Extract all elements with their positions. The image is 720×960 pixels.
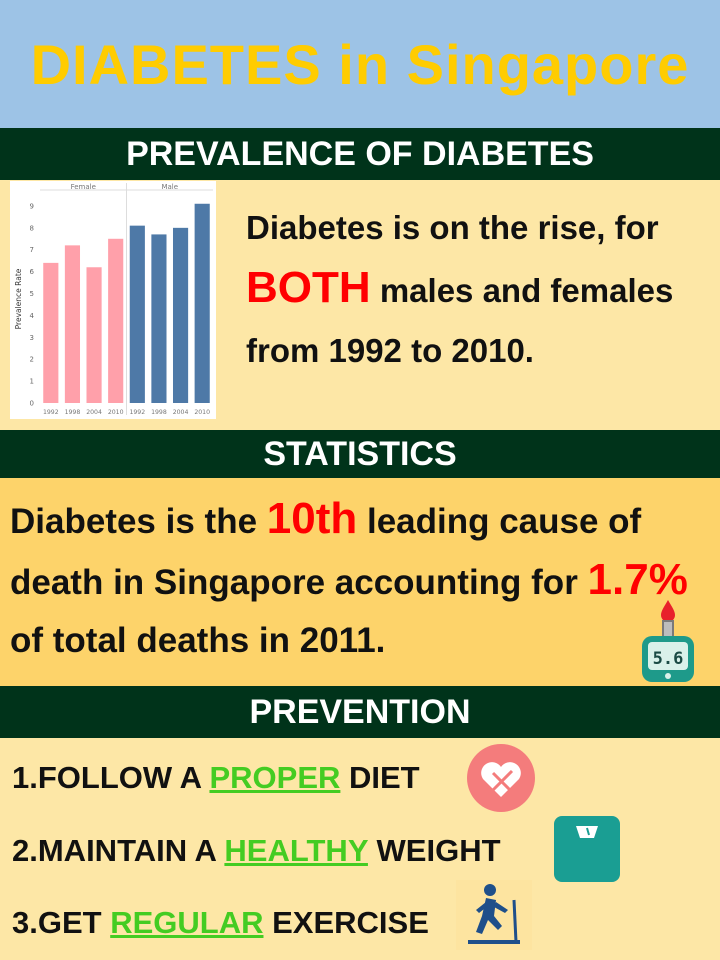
statistics-text-1: Diabetes is the bbox=[10, 502, 267, 541]
prevention-item-diet: 1.FOLLOW A PROPER DIET bbox=[12, 760, 420, 796]
prevalence-heading-bar: PREVALENCE OF DIABETES bbox=[0, 128, 720, 180]
y-tick-label: 1 bbox=[30, 378, 34, 386]
y-tick-label: 0 bbox=[30, 400, 34, 408]
prevention-item-highlight: REGULAR bbox=[110, 905, 264, 940]
panel-label: Female bbox=[71, 183, 96, 191]
prevalence-text-1: Diabetes is on the rise, for bbox=[246, 209, 659, 246]
prevalence-chart: Female Male 0 1 2 3 4 5 6 7 8 9 Prevalence Rate 1992 1… bbox=[10, 181, 216, 419]
prevention-item-suffix: DIET bbox=[340, 760, 420, 795]
prevention-item-prefix: 3.GET bbox=[12, 905, 111, 940]
prevalence-chart-svg: Female Male 0 1 2 3 4 5 6 7 8 9 Prevalence Rate 1992 1… bbox=[14, 183, 213, 416]
bar-female bbox=[108, 238, 124, 403]
statistics-heading-bar: STATISTICS bbox=[0, 430, 720, 478]
x-tick-label: 2010 bbox=[108, 409, 124, 416]
prevention-item-prefix: 1.FOLLOW A bbox=[12, 760, 210, 795]
prevention-item-highlight: PROPER bbox=[209, 760, 341, 795]
bar-female bbox=[86, 267, 102, 403]
x-tick-label: 2010 bbox=[194, 409, 210, 416]
statistics-highlight-percent: 1.7% bbox=[587, 555, 688, 604]
y-axis-label: Prevalence Rate bbox=[14, 268, 23, 329]
y-tick-label: 3 bbox=[30, 334, 34, 342]
glucose-reading: 5.6 bbox=[653, 649, 684, 669]
bar-male bbox=[194, 203, 210, 403]
prevention-item-suffix: WEIGHT bbox=[367, 833, 501, 868]
bar-female bbox=[43, 262, 59, 403]
title-banner: DIABETES in Singapore bbox=[0, 0, 720, 128]
y-tick-label: 8 bbox=[30, 224, 34, 232]
prevalence-highlight: BOTH bbox=[246, 263, 371, 312]
prevention-item-prefix: 2.MAINTAIN A bbox=[12, 833, 225, 868]
scale-icon bbox=[554, 816, 620, 882]
panel-label: Male bbox=[161, 183, 178, 191]
prevention-item-exercise: 3.GET REGULAR EXERCISE bbox=[12, 905, 429, 941]
treadmill-runner-icon bbox=[456, 880, 532, 950]
x-tick-label: 1998 bbox=[151, 409, 167, 416]
prevention-item-highlight: HEALTHY bbox=[224, 833, 368, 868]
statistics-description: Diabetes is the 10th leading cause of de… bbox=[10, 490, 710, 670]
statistics-heading: STATISTICS bbox=[263, 434, 457, 473]
prevalence-description: Diabetes is on the rise, for BOTH males … bbox=[246, 198, 706, 381]
x-tick-label: 1992 bbox=[43, 409, 59, 416]
y-tick-label: 7 bbox=[30, 246, 34, 254]
x-tick-label: 1992 bbox=[129, 409, 145, 416]
x-tick-label: 1998 bbox=[65, 409, 81, 416]
heart-plate-icon bbox=[466, 743, 536, 813]
statistics-highlight-rank: 10th bbox=[266, 494, 358, 543]
y-tick-label: 6 bbox=[30, 268, 35, 276]
bar-male bbox=[151, 234, 167, 403]
y-tick-label: 2 bbox=[30, 356, 34, 364]
y-tick-label: 9 bbox=[30, 202, 34, 210]
y-tick-label: 4 bbox=[30, 312, 35, 320]
glucose-meter-icon: 5.6 bbox=[640, 598, 696, 684]
infographic: DIABETES in Singapore PREVALENCE OF DIAB… bbox=[0, 0, 720, 960]
prevention-item-weight: 2.MAINTAIN A HEALTHY WEIGHT bbox=[12, 833, 501, 869]
bar-female bbox=[64, 245, 81, 403]
prevention-heading-bar: PREVENTION bbox=[0, 686, 720, 738]
statistics-text-3: of total deaths in 2011. bbox=[10, 621, 386, 660]
prevention-item-suffix: EXERCISE bbox=[263, 905, 429, 940]
bar-male bbox=[129, 225, 145, 403]
bar-male bbox=[172, 227, 189, 403]
x-tick-label: 2004 bbox=[86, 409, 102, 416]
x-tick-label: 2004 bbox=[173, 409, 189, 416]
prevalence-heading: PREVALENCE OF DIABETES bbox=[126, 134, 594, 173]
prevention-heading: PREVENTION bbox=[249, 692, 471, 731]
y-tick-label: 5 bbox=[30, 290, 34, 298]
page-title: DIABETES in Singapore bbox=[30, 32, 690, 96]
